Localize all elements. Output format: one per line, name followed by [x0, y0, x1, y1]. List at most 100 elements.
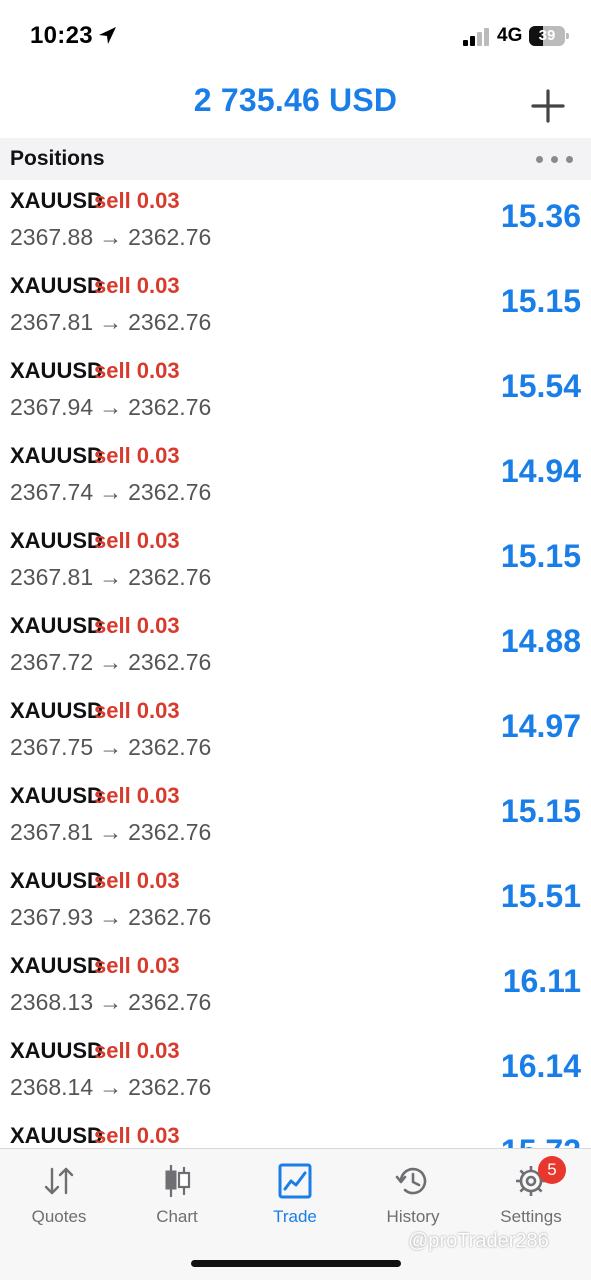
position-side: sell 0.03	[94, 1038, 180, 1063]
position-symbol: XAUUSD	[10, 698, 103, 723]
price-arrow: →	[99, 904, 123, 930]
current-price: 2362.76	[128, 394, 212, 420]
status-bar: 10:23 4G 39	[0, 0, 591, 70]
position-row[interactable]: XAUUSD sell 0.03 2367.81 → 2362.76 15.15	[0, 265, 591, 350]
position-row[interactable]: XAUUSD sell 0.03 2368.13 → 2362.76 16.11	[0, 945, 591, 1030]
position-symbol: XAUUSD	[10, 273, 103, 298]
position-side: sell 0.03	[94, 358, 180, 383]
tab-label-history: History	[386, 1207, 440, 1226]
position-symbol: XAUUSD	[10, 953, 103, 978]
position-row[interactable]: XAUUSD sell 0.03 2367.88 → 2362.76 15.36	[0, 180, 591, 265]
tab-quotes[interactable]: Quotes	[0, 1149, 118, 1249]
position-row[interactable]: XAUUSD sell 0.03 2367.81 → 2362.76 15.15	[0, 520, 591, 605]
position-prices: 2367.81 → 2362.76	[10, 309, 211, 336]
position-side: sell 0.03	[94, 613, 180, 638]
plus-icon[interactable]	[526, 84, 570, 128]
battery-icon: 39	[529, 26, 569, 46]
account-header: 2 735.46 USD	[0, 70, 591, 138]
current-price: 2362.76	[128, 1074, 212, 1100]
tab-bar: Quotes Chart Trade History 5 Settings @p…	[0, 1148, 591, 1280]
current-price: 2362.76	[128, 904, 212, 930]
price-arrow: →	[99, 989, 123, 1015]
current-price: 2362.76	[128, 819, 212, 845]
battery-percent: 39	[538, 27, 556, 44]
open-price: 2367.93	[10, 904, 94, 930]
position-row[interactable]: XAUUSDsell 0.03 15.72	[0, 1115, 591, 1148]
tab-trade[interactable]: Trade	[236, 1149, 354, 1249]
position-row[interactable]: XAUUSD sell 0.03 2367.94 → 2362.76 15.54	[0, 350, 591, 435]
position-profit: 14.94	[500, 453, 581, 489]
tab-label-chart: Chart	[156, 1207, 198, 1226]
quotes-arrows-icon	[44, 1167, 74, 1195]
home-indicator	[191, 1260, 401, 1267]
open-price: 2367.81	[10, 564, 94, 590]
price-arrow: →	[99, 734, 123, 760]
position-symbol: XAUUSD	[10, 1038, 103, 1063]
position-prices: 2367.81 → 2362.76	[10, 564, 211, 591]
position-prices: 2367.88 → 2362.76	[10, 224, 211, 251]
position-profit: 14.88	[500, 623, 581, 659]
tab-label-trade: Trade	[273, 1207, 317, 1226]
positions-list[interactable]: XAUUSD sell 0.03 2367.88 → 2362.76 15.36 XAUUS…	[0, 180, 591, 1148]
cellular-signal-icon	[463, 28, 489, 46]
position-profit: 15.54	[500, 368, 581, 404]
position-symbol: XAUUSD	[10, 868, 103, 893]
current-price: 2362.76	[128, 989, 212, 1015]
position-row[interactable]: XAUUSD sell 0.03 2367.75 → 2362.76 14.97	[0, 690, 591, 775]
position-prices: 2367.81 → 2362.76	[10, 819, 211, 846]
positions-section-header: Positions	[0, 138, 591, 180]
position-side: sell 0.03	[94, 868, 180, 893]
watermark: @proTrader286	[408, 1230, 549, 1252]
network-type: 4G	[497, 25, 523, 46]
current-price: 2362.76	[128, 649, 212, 675]
tab-label-settings: Settings	[500, 1207, 562, 1226]
position-symbol: XAUUSD	[10, 783, 103, 808]
position-row[interactable]: XAUUSD sell 0.03 2367.74 → 2362.76 14.94	[0, 435, 591, 520]
current-price: 2362.76	[128, 224, 212, 250]
account-balance: 2 735.46 USD	[193, 82, 398, 118]
position-side: sell 0.03	[94, 528, 180, 553]
position-symbol: XAUUSD	[10, 1123, 103, 1148]
position-side: sell 0.03	[94, 783, 180, 808]
position-row[interactable]: XAUUSD sell 0.03 2367.81 → 2362.76 15.15	[0, 775, 591, 860]
price-arrow: →	[99, 224, 123, 250]
open-price: 2367.75	[10, 734, 94, 760]
position-symbol: XAUUSD	[10, 188, 103, 213]
position-side: sell 0.03	[94, 1123, 180, 1148]
current-price: 2362.76	[128, 309, 212, 335]
position-profit: 16.14	[500, 1048, 581, 1084]
open-price: 2367.88	[10, 224, 94, 250]
position-prices: 2367.75 → 2362.76	[10, 734, 211, 761]
position-profit: 15.15	[500, 538, 581, 574]
price-arrow: →	[99, 819, 123, 845]
position-side: sell 0.03	[94, 698, 180, 723]
notification-badge: 5	[538, 1156, 566, 1184]
position-profit: 16.11	[502, 963, 581, 999]
position-symbol: XAUUSD	[10, 443, 103, 468]
open-price: 2367.94	[10, 394, 94, 420]
ellipsis-icon[interactable]	[536, 152, 574, 166]
open-price: 2368.14	[10, 1074, 94, 1100]
position-prices: 2367.94 → 2362.76	[10, 394, 211, 421]
position-side: sell 0.03	[94, 443, 180, 468]
position-profit: 15.36	[500, 198, 581, 234]
position-row[interactable]: XAUUSD sell 0.03 2367.93 → 2362.76 15.51	[0, 860, 591, 945]
position-prices: 2368.13 → 2362.76	[10, 989, 211, 1016]
tab-chart[interactable]: Chart	[118, 1149, 236, 1249]
position-prices: 2367.72 → 2362.76	[10, 649, 211, 676]
price-arrow: →	[99, 564, 123, 590]
position-row[interactable]: XAUUSD sell 0.03 2367.72 → 2362.76 14.88	[0, 605, 591, 690]
price-arrow: →	[99, 649, 123, 675]
location-arrow-icon	[99, 27, 116, 44]
open-price: 2368.13	[10, 989, 94, 1015]
position-side: sell 0.03	[94, 188, 180, 213]
price-arrow: →	[99, 479, 123, 505]
candlestick-icon	[165, 1165, 191, 1197]
current-price: 2362.76	[128, 564, 212, 590]
position-profit: 15.15	[500, 283, 581, 319]
position-symbol: XAUUSD	[10, 613, 103, 638]
position-prices: 2367.93 → 2362.76	[10, 904, 211, 931]
position-prices: 2368.14 → 2362.76	[10, 1074, 211, 1101]
price-arrow: →	[99, 309, 123, 335]
position-row[interactable]: XAUUSD sell 0.03 2368.14 → 2362.76 16.14	[0, 1030, 591, 1115]
